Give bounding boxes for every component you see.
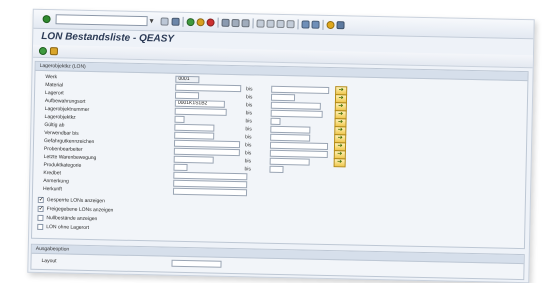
to-label: bis (245, 110, 253, 117)
command-field[interactable] (55, 14, 148, 27)
letzte-warenbewegung-to-input[interactable] (269, 157, 310, 166)
material-from-input[interactable] (175, 83, 242, 93)
lagerort-to-input[interactable] (270, 93, 296, 102)
execute-icon[interactable] (38, 46, 48, 56)
first-page-icon[interactable] (256, 19, 265, 28)
field-label: Herkunft (42, 186, 63, 193)
verwendbar-bis-from-input[interactable] (174, 131, 215, 140)
lagerobjektkz-from-input[interactable] (174, 115, 185, 123)
to-label: bis (244, 142, 252, 149)
to-label: bis (245, 134, 252, 141)
multiple-selection-button[interactable]: ➔ (333, 158, 346, 168)
new-session-icon[interactable] (301, 20, 310, 29)
field-label: Werk (45, 74, 58, 81)
exit-icon[interactable] (196, 18, 205, 27)
output-group: Ausgabeoption Layout (30, 243, 525, 281)
produktkategorie-from-input[interactable] (173, 163, 188, 172)
to-label: bis (244, 158, 252, 165)
toolbar-separator (297, 19, 299, 30)
selection-group: Lagerobjektkz (LON) Werk 0001 Material b… (31, 60, 529, 250)
to-label: bis (245, 94, 253, 101)
gesperrte-lons-checkbox[interactable]: ✓ (37, 196, 44, 203)
gueltig-ab-to-input[interactable] (270, 125, 311, 134)
probenbearbeiter-to-input[interactable] (269, 149, 328, 158)
layout-icon[interactable] (336, 21, 345, 30)
command-dropdown-icon[interactable]: ▾ (149, 15, 154, 26)
sap-window: ▾ LON Bestandsliste - QEASY Lagerobjektk… (27, 8, 535, 283)
ok-icon[interactable] (42, 14, 51, 24)
lagerobjektkz-to-input[interactable] (270, 117, 281, 125)
find-next-icon[interactable] (241, 19, 250, 28)
print-icon[interactable] (221, 18, 230, 27)
prev-page-icon[interactable] (266, 19, 275, 28)
find-icon[interactable] (231, 18, 240, 28)
herkunft-input[interactable] (172, 187, 248, 197)
aufbewahrungsort-to-input[interactable] (270, 101, 321, 110)
save-icon[interactable] (171, 17, 180, 26)
help-icon[interactable] (326, 20, 335, 30)
verwendbar-bis-to-input[interactable] (270, 133, 311, 142)
lagerobjektnummer-from-input[interactable] (174, 107, 227, 116)
lon-ohne-lagerort-checkbox[interactable] (37, 223, 44, 231)
to-label: bis (244, 150, 252, 157)
page-title: LON Bestandsliste - QEASY (41, 30, 175, 45)
werk-input[interactable]: 0001 (175, 75, 200, 84)
back-icon[interactable] (160, 17, 169, 26)
toolbar-separator (182, 16, 184, 27)
to-label: bis (245, 102, 253, 109)
gefahrgutkennzeichen-to-input[interactable] (269, 141, 329, 150)
layout-input[interactable] (171, 259, 222, 268)
gefahrgutkennzeichen-from-input[interactable] (173, 139, 241, 149)
nav-back-icon[interactable] (186, 17, 195, 27)
to-label: bis (245, 118, 252, 125)
nullbestaende-checkbox[interactable] (37, 214, 44, 222)
cancel-icon[interactable] (206, 18, 215, 27)
field-label: Layout (41, 258, 57, 265)
freigegebene-lons-checkbox[interactable]: ✓ (37, 205, 44, 212)
toolbar-separator (217, 17, 219, 28)
lagerobjektnummer-to-input[interactable] (270, 109, 323, 118)
gueltig-ab-from-input[interactable] (174, 123, 215, 132)
get-variant-icon[interactable] (49, 47, 59, 56)
probenbearbeiter-from-input[interactable] (173, 147, 240, 157)
checkbox-label: Nullbestände anzeigen (46, 215, 98, 223)
last-page-icon[interactable] (286, 20, 295, 29)
checkbox-label: Freigegebene LONs anzeigen (46, 206, 114, 214)
to-label: bis (244, 166, 251, 173)
checkbox-label: Gesperrte LONs anzeigen (46, 197, 105, 205)
to-label: bis (245, 126, 252, 133)
material-to-input[interactable] (271, 85, 330, 94)
toolbar-separator (252, 18, 254, 29)
produktkategorie-to-input[interactable] (269, 165, 284, 174)
checkbox-label: LON ohne Lagerort (46, 224, 90, 231)
toolbar-separator (322, 19, 324, 30)
to-label: bis (246, 86, 253, 93)
letzte-warenbewegung-from-input[interactable] (173, 155, 214, 164)
aufbewahrungsort-from-input[interactable]: 0001K1S1B2 (174, 99, 225, 108)
shortcut-icon[interactable] (311, 20, 320, 29)
lagerort-from-input[interactable] (174, 91, 200, 100)
next-page-icon[interactable] (276, 19, 285, 29)
